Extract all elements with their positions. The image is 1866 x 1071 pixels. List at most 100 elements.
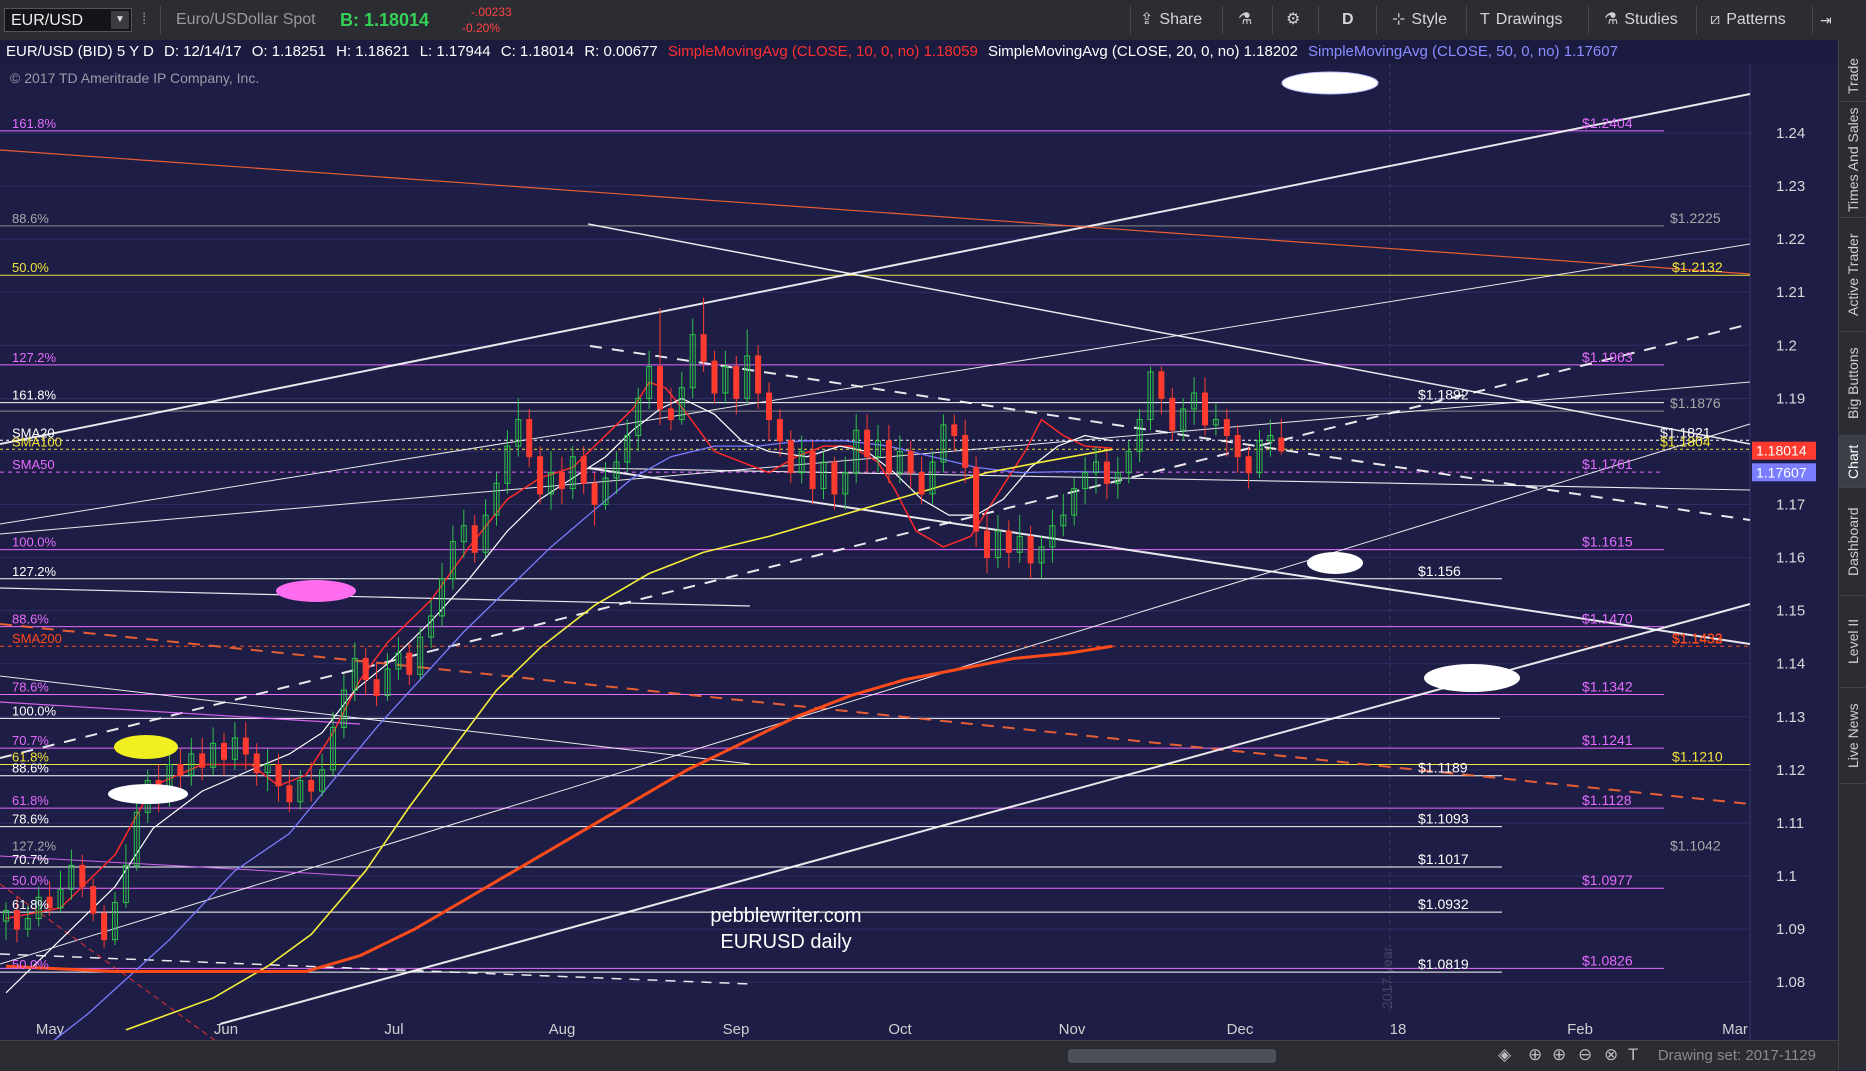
target-oval [1307,552,1363,574]
studies-label: Studies [1624,11,1678,28]
info-sma50: SimpleMovingAvg (CLOSE, 50, 0, no) 1.176… [1308,43,1618,60]
candle-body [1245,456,1252,474]
candle-body [558,472,565,490]
x-tick-label: Jun [214,1021,238,1038]
price-badge-text: 1.18014 [1756,443,1807,459]
aggregation-button[interactable]: D [1342,0,1354,40]
info-instrument: EUR/USD (BID) 5 Y D [6,43,154,60]
x-tick-label: Nov [1059,1021,1086,1038]
fib-label-left: 161.8% [12,388,57,403]
candle-body [471,525,478,553]
info-range: R: 0.00677 [584,43,658,60]
side-tab-dashboard[interactable]: Dashboard [1839,488,1866,596]
target-oval [114,735,178,759]
x-tick-label: Oct [888,1021,912,1038]
side-tab-times-and-sales[interactable]: Times And Sales [1839,102,1866,218]
candle-body [1278,437,1285,452]
settings-button[interactable]: ⚙ [1286,0,1306,40]
text-tool-icon[interactable]: T [1628,1045,1638,1065]
fib-label-left: SMA50 [12,457,55,472]
dropdown-icon[interactable]: ▼ [111,11,129,29]
side-tab-trade[interactable]: Trade [1839,50,1866,102]
fib-label-right: $1.1432 [1672,631,1723,647]
patterns-label: Patterns [1726,11,1786,28]
candle-body [13,910,20,930]
pan-icon[interactable]: ◈ [1498,1045,1511,1065]
y-tick-label: 1.15 [1776,603,1805,620]
candle-body [973,466,980,532]
info-sma10: SimpleMovingAvg (CLOSE, 10, 0, no) 1.180… [667,43,978,60]
candle-body [537,456,544,495]
candle-body [951,424,958,437]
candle-body [221,742,227,760]
side-tab-level-ii[interactable]: Level II [1839,596,1866,688]
y-tick-label: 1.19 [1776,390,1805,407]
fib-label-left: 88.6% [12,612,49,627]
drawings-button[interactable]: T Drawings [1480,0,1562,40]
info-low: L: 1.17944 [419,43,491,60]
zoom-out-icon[interactable]: ⊖ [1578,1045,1592,1065]
fib-label-right: $1.2225 [1670,210,1721,226]
fib-label-left: 61.8% [12,793,49,808]
patterns-button[interactable]: ⧄ Patterns [1710,0,1786,40]
y-tick-label: 1.13 [1776,709,1805,726]
fib-label-right: $1.2404 [1582,115,1633,131]
y-tick-label: 1.1 [1776,868,1797,885]
candle-body [591,482,598,506]
y-tick-label: 1.23 [1776,178,1805,195]
style-button[interactable]: ⊹ Style [1392,0,1447,40]
collapse-icon[interactable]: ⇥ [1820,0,1832,40]
candle-body [90,886,97,914]
zoom-in-icon[interactable]: ⊕ [1552,1045,1566,1065]
study-info-bar: EUR/USD (BID) 5 Y D D: 12/14/17 O: 1.182… [0,40,1838,64]
candle-body [885,440,892,474]
style-icon: ⊹ [1392,11,1406,28]
side-tab-live-news[interactable]: Live News [1839,688,1866,784]
side-tab-big-buttons[interactable]: Big Buttons [1839,332,1866,436]
info-close: C: 1.18014 [500,43,575,60]
share-label: Share [1159,11,1203,28]
target-oval [108,784,188,804]
fib-label-right: $1.1042 [1670,838,1721,854]
flask-button[interactable]: ⚗ [1238,0,1258,40]
time-scrollbar[interactable] [1068,1049,1276,1063]
fib-label-right: $1.1210 [1672,749,1723,765]
fib-label-right: $1.1093 [1418,811,1469,827]
candle-body [253,753,260,774]
studies-button[interactable]: ⚗ Studies [1604,0,1678,40]
share-button[interactable]: ⇪ Share [1140,0,1202,40]
zoom-icon[interactable]: ⊕ [1528,1045,1542,1065]
candle-body [362,657,369,681]
fib-label-right: $1.2132 [1672,259,1723,275]
fib-label-right: $1.1804 [1660,433,1711,449]
y-tick-label: 1.09 [1776,921,1805,938]
fib-label-left: 127.2% [12,564,57,579]
fib-label-left: 78.6% [12,812,49,827]
price-badge-text: 1.17607 [1756,464,1807,480]
reset-icon[interactable]: ⊗ [1604,1045,1618,1065]
fib-label-right: $1.1761 [1582,456,1633,472]
x-tick-label: Mar [1722,1021,1748,1038]
info-date: D: 12/14/17 [163,43,242,60]
side-tab-chart[interactable]: Chart [1839,436,1866,488]
candle-body [657,366,663,410]
drawings-icon: T [1480,11,1490,28]
info-open: O: 1.18251 [251,43,326,60]
y-tick-label: 1.11 [1776,815,1804,832]
y-tick-label: 1.14 [1776,656,1805,673]
side-tab-active-trader[interactable]: Active Trader [1839,218,1866,332]
candle-body [526,419,533,458]
price-chart[interactable]: 1.241.231.221.211.21.191.181.171.161.151… [0,64,1838,1040]
drawing-set-label: Drawing set: 2017-1129 [1657,1047,1816,1064]
fib-label-right: $1.1189 [1418,760,1468,776]
candle-body [580,456,587,484]
symbol-selector[interactable]: EUR/USD ▼ [4,8,132,32]
candle-body [667,408,674,421]
drawings-label: Drawings [1495,11,1563,28]
fib-label-right: $1.1470 [1582,611,1633,627]
y-tick-label: 1.08 [1776,974,1805,991]
candle-body [700,334,707,362]
candle-body [831,461,838,495]
link-icon[interactable]: ⁞ [142,0,146,40]
candle-body [864,429,871,458]
